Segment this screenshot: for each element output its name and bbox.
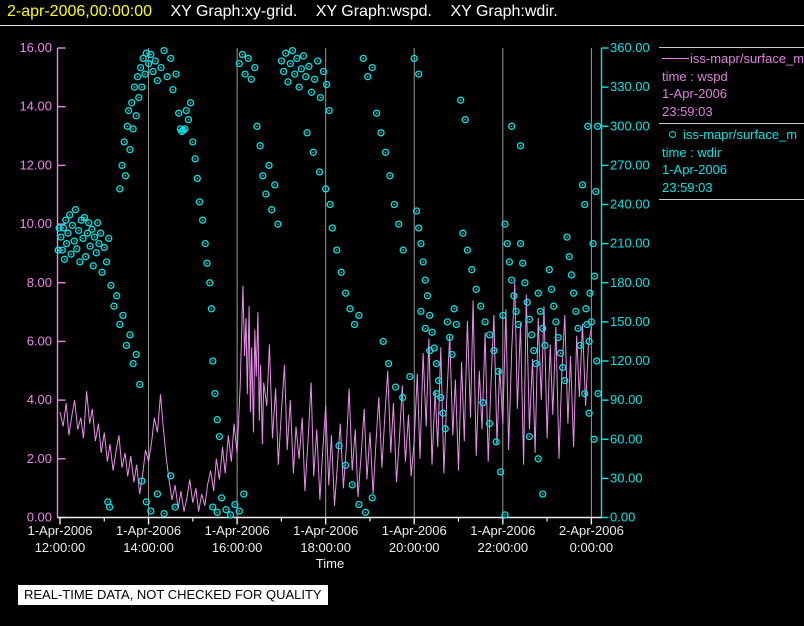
svg-text:Time: Time xyxy=(316,556,344,571)
svg-text:1-Apr-2006: 1-Apr-2006 xyxy=(293,523,358,538)
x-axis-time: 1-Apr-2006 12:00:00 1-Apr-2006 14:00:00 1-Ap… xyxy=(27,516,624,571)
svg-text:240.00: 240.00 xyxy=(610,197,650,212)
svg-text:6.00: 6.00 xyxy=(27,333,52,348)
svg-text:4.00: 4.00 xyxy=(27,392,52,407)
legend-field: time : wspd xyxy=(662,68,728,84)
svg-text:180.00: 180.00 xyxy=(610,275,650,290)
svg-text:360.00: 360.00 xyxy=(610,40,650,55)
legend-entry-wdir[interactable]: iss-mapr/surface_m time : wdir 1-Apr-200… xyxy=(659,124,804,200)
quality-notice: REAL-TIME DATA, NOT CHECKED FOR QUALITY xyxy=(18,585,328,605)
svg-text:12:00:00: 12:00:00 xyxy=(35,540,86,555)
svg-text:1-Apr-2006: 1-Apr-2006 xyxy=(470,523,535,538)
legend-entry-wspd[interactable]: iss-mapr/surface_m time : wspd 1-Apr-200… xyxy=(659,48,804,124)
legend-field: time : wdir xyxy=(662,144,722,160)
svg-text:22:00:00: 22:00:00 xyxy=(477,540,528,555)
legend-date: 1-Apr-2006 xyxy=(662,162,728,177)
svg-text:330.00: 330.00 xyxy=(610,79,650,94)
svg-text:8.00: 8.00 xyxy=(27,275,52,290)
svg-text:10.00: 10.00 xyxy=(19,216,52,231)
svg-text:1-Apr-2006: 1-Apr-2006 xyxy=(205,523,270,538)
right-axis-wdir: 360.00 330.00 300.00 270.00 240.00 210.00 180.… xyxy=(600,40,650,525)
legend-date: 1-Apr-2006 xyxy=(662,86,728,101)
wdir-scatter-series xyxy=(54,46,602,519)
legend-time: 23:59:03 xyxy=(662,103,713,119)
svg-text:16.00: 16.00 xyxy=(19,40,52,55)
svg-text:120.00: 120.00 xyxy=(610,353,650,368)
svg-text:30.00: 30.00 xyxy=(610,470,643,485)
svg-text:14:00:00: 14:00:00 xyxy=(123,540,174,555)
svg-text:1-Apr-2006: 1-Apr-2006 xyxy=(116,523,181,538)
wspd-line-sample-icon xyxy=(662,58,689,60)
wdir-circle-sample-icon xyxy=(669,131,676,139)
svg-text:14.00: 14.00 xyxy=(19,99,52,114)
svg-text:60.00: 60.00 xyxy=(610,431,643,446)
svg-text:270.00: 270.00 xyxy=(610,157,650,172)
svg-text:20:00:00: 20:00:00 xyxy=(389,540,440,555)
svg-text:1-Apr-2006: 1-Apr-2006 xyxy=(27,523,92,538)
svg-text:2.00: 2.00 xyxy=(27,451,52,466)
svg-text:0:00:00: 0:00:00 xyxy=(570,540,613,555)
svg-text:150.00: 150.00 xyxy=(610,314,650,329)
legend: iss-mapr/surface_m time : wspd 1-Apr-200… xyxy=(659,47,804,200)
svg-text:2-Apr-2006: 2-Apr-2006 xyxy=(559,523,624,538)
svg-text:300.00: 300.00 xyxy=(610,118,650,133)
left-axis-wspd: 16.0014.0012.0010.008.006.004.002.000.00 xyxy=(19,40,66,525)
svg-text:210.00: 210.00 xyxy=(610,236,650,251)
svg-text:18:00:00: 18:00:00 xyxy=(300,540,351,555)
legend-time: 23:59:03 xyxy=(662,179,713,195)
legend-series-name: iss-mapr/surface_m xyxy=(683,127,798,142)
svg-text:1-Apr-2006: 1-Apr-2006 xyxy=(382,523,447,538)
svg-text:90.00: 90.00 xyxy=(610,392,643,407)
svg-text:16:00:00: 16:00:00 xyxy=(212,540,263,555)
svg-text:12.00: 12.00 xyxy=(19,157,52,172)
legend-series-name: iss-mapr/surface_m xyxy=(690,51,804,66)
